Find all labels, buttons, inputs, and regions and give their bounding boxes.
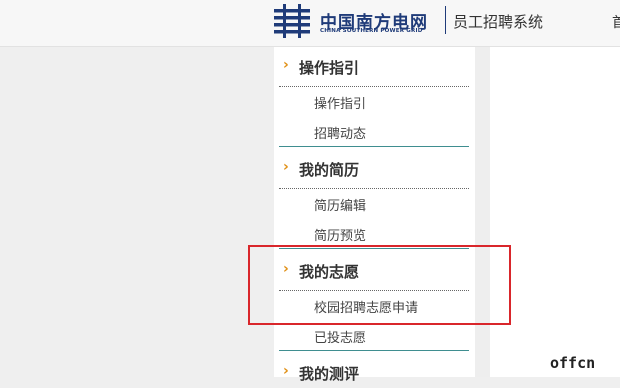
annotation-highlight-box xyxy=(248,245,511,325)
sidebar-menu: › 操作指引 操作指引 招聘动态 › 我的简历 简历编辑 简历预览 › 我的志愿… xyxy=(274,47,475,383)
section-title: 我的测评 xyxy=(299,365,360,383)
menu-section-operation-guide[interactable]: › 操作指引 xyxy=(274,52,475,82)
chevron-right-icon: › xyxy=(283,57,289,73)
chevron-right-icon: › xyxy=(283,159,289,175)
watermark: offcn xyxy=(550,354,596,372)
menu-item-resume-edit[interactable]: 简历编辑 xyxy=(314,195,366,214)
section-divider xyxy=(279,146,469,147)
menu-section-my-assessment[interactable]: › 我的测评 xyxy=(274,358,475,388)
dotted-divider xyxy=(279,86,469,87)
brand-name-en: CHINA SOUTHERN POWER GRID xyxy=(320,28,423,34)
main-content xyxy=(490,47,620,377)
header-divider xyxy=(445,6,446,34)
menu-item-operation-guide[interactable]: 操作指引 xyxy=(314,93,366,112)
power-grid-logo-icon xyxy=(274,4,310,38)
section-title: 操作指引 xyxy=(299,59,360,77)
header-nav-link[interactable]: 首 xyxy=(612,12,620,32)
section-title: 我的简历 xyxy=(299,161,360,179)
menu-item-recruit-news[interactable]: 招聘动态 xyxy=(314,123,366,142)
menu-item-resume-preview[interactable]: 简历预览 xyxy=(314,225,366,244)
dotted-divider xyxy=(279,188,469,189)
system-title: 员工招聘系统 xyxy=(453,13,544,31)
section-divider xyxy=(279,350,469,351)
top-header: 中国南方电网 CHINA SOUTHERN POWER GRID 员工招聘系统 … xyxy=(0,0,620,47)
menu-item-submitted-applications[interactable]: 已投志愿 xyxy=(314,327,366,346)
menu-section-my-resume[interactable]: › 我的简历 xyxy=(274,154,475,184)
layout-gutter xyxy=(475,47,490,377)
